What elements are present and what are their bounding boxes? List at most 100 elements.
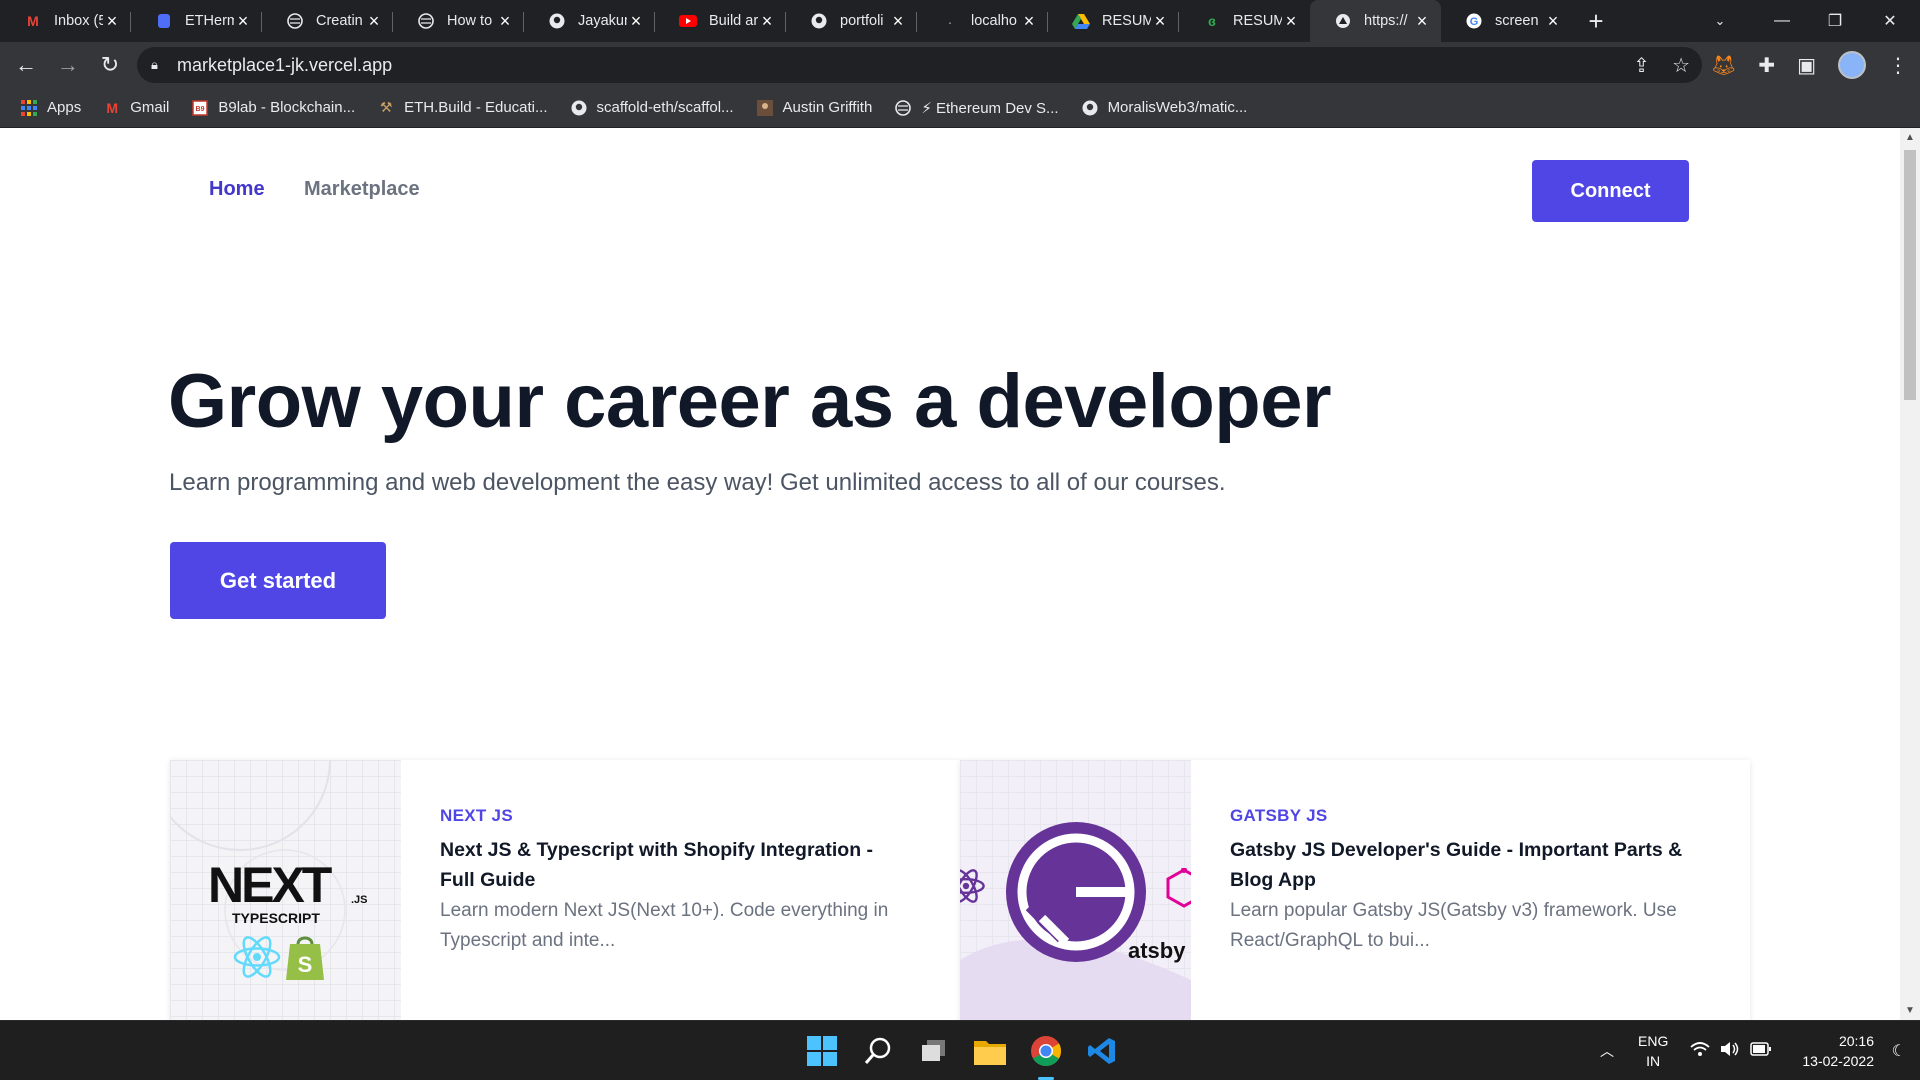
browser-tab[interactable]: . localho ×	[917, 0, 1048, 42]
tab-search-chevron-icon[interactable]: ⌄	[1690, 0, 1750, 42]
gmail-icon: M	[27, 13, 39, 29]
close-icon[interactable]: ×	[627, 12, 645, 30]
tab-title: RESUM	[1102, 13, 1151, 29]
course-card[interactable]: atsby GATSBY JS Gatsby JS Developer's Gu…	[960, 760, 1750, 1020]
task-view-icon[interactable]	[914, 1031, 954, 1071]
course-category: GATSBY JS	[1230, 806, 1328, 825]
new-tab-icon[interactable]: +	[1576, 6, 1616, 37]
browser-tab[interactable]: G screen ×	[1441, 0, 1572, 42]
browser-toolbar: ← → ↻ 🔒︎ marketplace1-jk.vercel.app ⇪ ☆ …	[0, 42, 1920, 88]
browser-tab[interactable]: RESUM ×	[1048, 0, 1179, 42]
address-bar[interactable]: 🔒︎ marketplace1-jk.vercel.app ⇪ ☆	[137, 47, 1702, 83]
tab-title: Creatin	[316, 13, 363, 29]
bookmark-b9lab[interactable]: B9 B9lab - Blockchain...	[191, 99, 355, 117]
close-icon[interactable]: ×	[758, 12, 776, 30]
browser-tab[interactable]: Build ar ×	[655, 0, 786, 42]
connect-button[interactable]: Connect	[1532, 160, 1689, 222]
menu-kebab-icon[interactable]: ⋮	[1888, 53, 1908, 78]
minimize-icon[interactable]: —	[1752, 0, 1812, 42]
bookmark-ethereum-dev[interactable]: ⚡ Ethereum Dev S...	[894, 99, 1059, 117]
react-logo-icon	[232, 932, 282, 987]
browser-tab[interactable]: M Inbox (5 ×	[0, 0, 131, 42]
close-icon[interactable]: ×	[103, 12, 121, 30]
close-icon[interactable]: ×	[496, 12, 514, 30]
tab-title: Jayakun	[578, 13, 627, 29]
thumb-typescript-text: TYPESCRIPT	[232, 910, 320, 926]
bookmark-star-icon[interactable]: ☆	[1672, 53, 1690, 78]
bookmark-label: ETH.Build - Educati...	[404, 99, 548, 116]
battery-icon[interactable]	[1750, 1041, 1772, 1061]
tray-overflow-chevron-icon[interactable]: ︿	[1600, 1021, 1614, 1081]
browser-tab[interactable]: Jayakun ×	[524, 0, 655, 42]
bookmark-moralis[interactable]: MoralisWeb3/matic...	[1081, 99, 1247, 117]
close-icon[interactable]: ×	[1413, 12, 1431, 30]
windows-start-icon[interactable]	[802, 1031, 842, 1071]
restore-icon[interactable]: ❐	[1805, 0, 1865, 42]
volume-icon[interactable]	[1720, 1041, 1740, 1062]
scrollbar-thumb[interactable]	[1904, 150, 1916, 400]
scroll-up-arrow-icon[interactable]: ▲	[1900, 132, 1920, 143]
back-icon[interactable]: ←	[10, 49, 42, 81]
tab-title: Build ar	[709, 13, 758, 29]
vercel-icon	[1334, 12, 1352, 30]
drive-icon	[1072, 12, 1090, 30]
share-icon[interactable]: ⇪	[1633, 53, 1650, 78]
course-thumbnail-nextjs[interactable]: NEXT .JS TYPESCRIPT S	[170, 760, 401, 1020]
bookmark-austin-griffith[interactable]: Austin Griffith	[756, 99, 872, 117]
bookmark-label: Gmail	[130, 99, 170, 116]
clock-time: 20:16	[1838, 1033, 1874, 1049]
search-icon[interactable]	[858, 1031, 898, 1071]
forward-icon[interactable]: →	[52, 49, 84, 81]
url-text[interactable]: marketplace1-jk.vercel.app	[177, 55, 392, 76]
browser-tab[interactable]: Creatin ×	[262, 0, 393, 42]
bookmark-scaffold-eth[interactable]: scaffold-eth/scaffol...	[570, 99, 734, 117]
thumb-gatsby-text: atsby	[1128, 938, 1186, 963]
close-icon[interactable]: ×	[1544, 12, 1562, 30]
get-started-button[interactable]: Get started	[170, 542, 386, 619]
reload-icon[interactable]: ↻	[94, 49, 126, 81]
browser-tab[interactable]: portfoli ×	[786, 0, 917, 42]
close-icon[interactable]: ×	[1151, 12, 1169, 30]
course-thumbnail-gatsby[interactable]: atsby	[960, 760, 1191, 1020]
course-card[interactable]: NEXT .JS TYPESCRIPT S NEXT JS Next JS & …	[170, 760, 960, 1020]
browser-tab[interactable]: ETHerm ×	[131, 0, 262, 42]
side-panel-icon[interactable]: ▣	[1797, 53, 1816, 78]
close-window-icon[interactable]: ✕	[1860, 0, 1920, 42]
scroll-down-arrow-icon[interactable]: ▼	[1900, 1005, 1920, 1016]
browser-tab[interactable]: How to ×	[393, 0, 524, 42]
system-tray[interactable]	[1690, 1021, 1772, 1081]
notification-moon-icon[interactable]: ☾	[1892, 1021, 1906, 1081]
hero-subtitle: Learn programming and web development th…	[169, 469, 1226, 496]
wifi-icon[interactable]	[1690, 1041, 1710, 1062]
metamask-icon[interactable]: 🦊︎	[1711, 53, 1736, 78]
clock-date: 13-02-2022	[1802, 1053, 1874, 1069]
nav-marketplace-link[interactable]: Marketplace	[304, 178, 420, 201]
extensions-puzzle-icon[interactable]: ✚	[1758, 53, 1775, 78]
bookmark-ethbuild[interactable]: ⚒ ETH.Build - Educati...	[377, 99, 548, 117]
language-indicator[interactable]: ENG IN	[1638, 1031, 1668, 1071]
nav-home-link[interactable]: Home	[209, 178, 265, 201]
file-explorer-icon[interactable]	[970, 1031, 1010, 1071]
close-icon[interactable]: ×	[889, 12, 907, 30]
browser-tab[interactable]: ɞ RESUM ×	[1179, 0, 1310, 42]
close-icon[interactable]: ×	[234, 12, 252, 30]
apps-grid-icon	[20, 99, 38, 117]
tab-title: Inbox (5	[54, 13, 103, 29]
doc-icon	[155, 12, 173, 30]
close-icon[interactable]: ×	[365, 12, 383, 30]
system-clock[interactable]: 20:16 13-02-2022	[1802, 1031, 1874, 1071]
browser-tab-active[interactable]: https:// ×	[1310, 0, 1441, 42]
bookmark-apps[interactable]: Apps	[20, 99, 81, 117]
close-icon[interactable]: ×	[1282, 12, 1300, 30]
bookmark-gmail[interactable]: M Gmail	[103, 99, 169, 117]
profile-avatar[interactable]	[1838, 51, 1866, 79]
bookmark-label: scaffold-eth/scaffol...	[596, 99, 734, 116]
chrome-icon[interactable]	[1026, 1031, 1066, 1071]
vscode-icon[interactable]	[1082, 1031, 1122, 1071]
course-title[interactable]: Gatsby JS Developer's Guide - Important …	[1230, 835, 1700, 895]
b9lab-icon: B9	[191, 99, 209, 117]
browser-tab-strip: M Inbox (5 × ETHerm × Creatin × How to ×…	[0, 0, 1920, 42]
course-title[interactable]: Next JS & Typescript with Shopify Integr…	[440, 835, 910, 895]
close-icon[interactable]: ×	[1020, 12, 1038, 30]
page-scrollbar[interactable]: ▲ ▼	[1900, 128, 1920, 1020]
